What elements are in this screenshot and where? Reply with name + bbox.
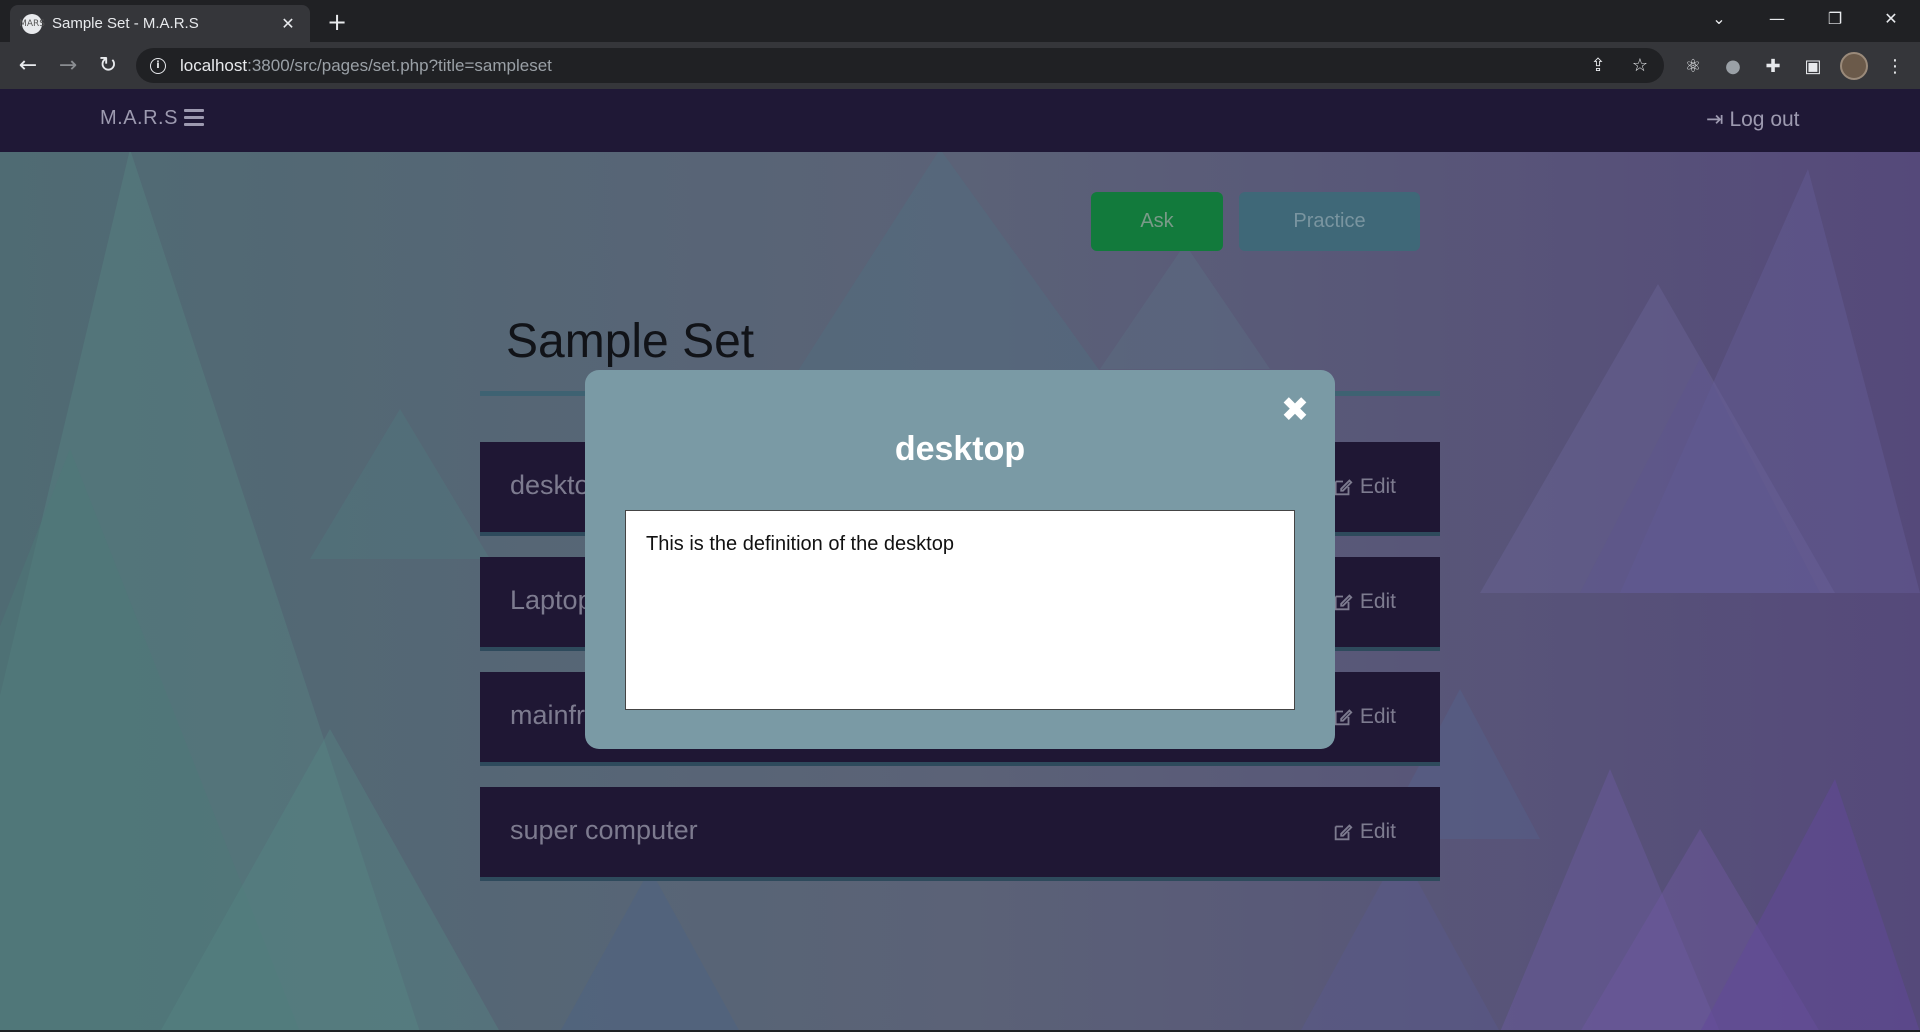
favicon-text: MARS — [19, 18, 45, 29]
top-navbar: M.A.R.S ⇥ Log out — [0, 89, 1920, 152]
brand-logo[interactable]: M.A.R.S — [100, 107, 178, 130]
edit-label: Edit — [1359, 590, 1396, 613]
term-row[interactable]: super computer Edit — [480, 787, 1440, 881]
forward-icon[interactable]: → — [52, 50, 84, 82]
react-devtools-icon[interactable]: ⚛ — [1682, 56, 1704, 78]
definition-box: This is the definition of the desktop — [625, 510, 1295, 710]
minimize-button[interactable]: — — [1748, 0, 1806, 38]
url-text[interactable]: localhost:3800/src/pages/set.php?title=s… — [180, 56, 552, 76]
profile-avatar[interactable] — [1840, 52, 1868, 80]
logout-label: Log out — [1729, 108, 1800, 131]
hamburger-menu-icon[interactable] — [184, 109, 204, 127]
tab-close-icon[interactable]: ✕ — [278, 14, 298, 33]
edit-label: Edit — [1359, 820, 1396, 843]
kebab-menu-icon[interactable]: ⋮ — [1884, 56, 1906, 78]
url-host: localhost — [180, 55, 248, 75]
browser-tabstrip: MARS Sample Set - M.A.R.S ✕ + ⌄ — ❐ ✕ — [0, 0, 1920, 42]
edit-link[interactable]: Edit — [1332, 820, 1396, 844]
extension-icon[interactable]: ● — [1722, 56, 1744, 78]
new-tab-button[interactable]: + — [324, 9, 350, 35]
reload-icon[interactable]: ↻ — [92, 50, 124, 82]
tab-title: Sample Set - M.A.R.S — [52, 15, 199, 32]
modal-title: desktop — [894, 430, 1026, 468]
definition-modal: ✖ desktop This is the definition of the … — [585, 370, 1335, 749]
page-viewport: M.A.R.S ⇥ Log out Ask Practice Sample Se… — [0, 89, 1920, 1032]
bookmark-star-icon[interactable]: ☆ — [1630, 56, 1650, 76]
close-window-button[interactable]: ✕ — [1862, 0, 1920, 38]
edit-link[interactable]: Edit — [1332, 475, 1396, 499]
definition-text: This is the definition of the desktop — [646, 533, 954, 555]
edit-icon — [1334, 709, 1353, 726]
term-text: Laptop — [510, 585, 593, 615]
site-info-icon[interactable]: i — [150, 57, 166, 74]
practice-button[interactable]: Practice — [1239, 192, 1420, 251]
tab-search-icon[interactable]: ⌄ — [1690, 0, 1748, 38]
side-panel-icon[interactable]: ▣ — [1802, 56, 1824, 78]
logout-icon: ⇥ — [1706, 108, 1724, 131]
edit-link[interactable]: Edit — [1332, 705, 1396, 729]
puzzle-extensions-icon[interactable]: ✚ — [1762, 56, 1784, 78]
term-text: super computer — [510, 815, 698, 845]
close-icon[interactable]: ✖ — [1277, 392, 1313, 428]
edit-icon — [1334, 594, 1353, 611]
ask-button[interactable]: Ask — [1091, 192, 1223, 251]
edit-label: Edit — [1359, 705, 1396, 728]
browser-tab[interactable]: MARS Sample Set - M.A.R.S ✕ — [10, 5, 310, 42]
edit-label: Edit — [1359, 475, 1396, 498]
favicon-icon: MARS — [19, 13, 45, 34]
browser-toolbar: ← → ↻ i localhost:3800/src/pages/set.php… — [0, 42, 1920, 89]
set-title: Sample Set — [506, 315, 755, 368]
edit-icon — [1334, 824, 1353, 841]
edit-link[interactable]: Edit — [1332, 590, 1396, 614]
address-bar[interactable]: i localhost:3800/src/pages/set.php?title… — [136, 48, 1664, 83]
restore-button[interactable]: ❐ — [1806, 0, 1864, 38]
logout-link[interactable]: ⇥ Log out — [1706, 107, 1800, 132]
url-path: :3800/src/pages/set.php?title=sampleset — [247, 55, 552, 75]
share-icon[interactable]: ⇪ — [1588, 56, 1608, 76]
edit-icon — [1334, 479, 1353, 496]
back-icon[interactable]: ← — [12, 50, 44, 82]
